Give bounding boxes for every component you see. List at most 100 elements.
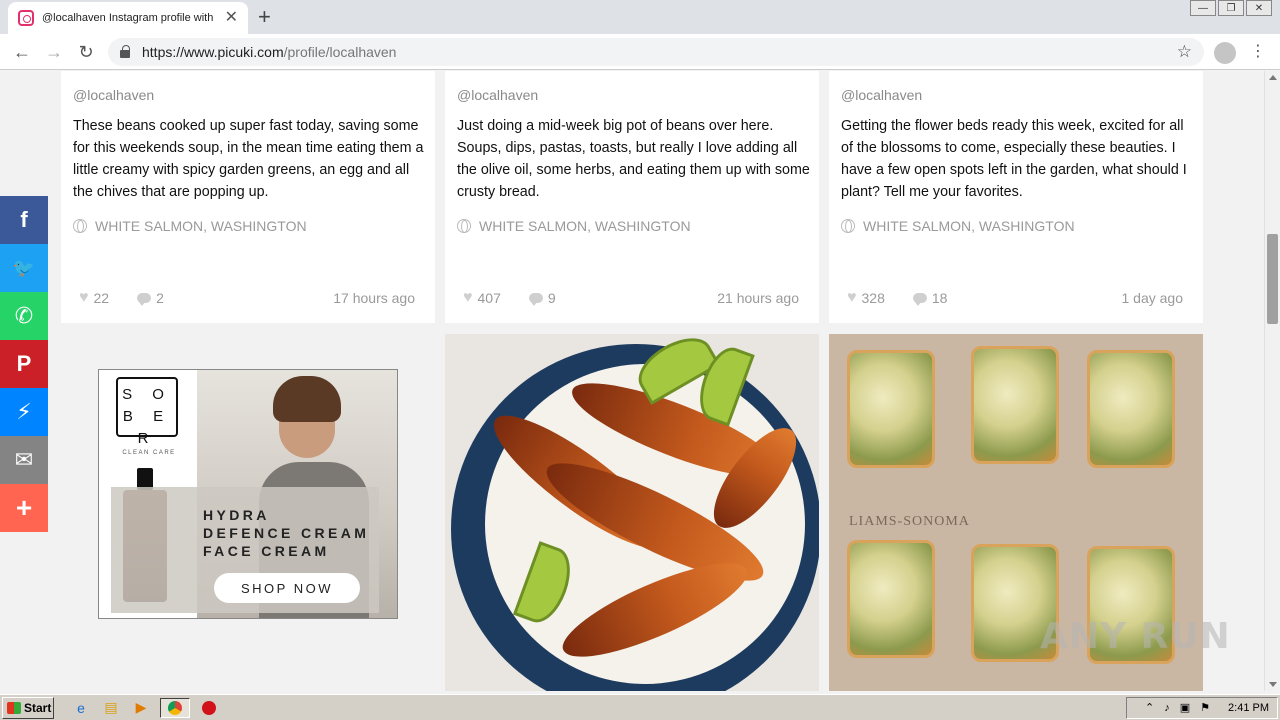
page-viewport: @localhaven These beans cooked up super … bbox=[0, 71, 1264, 691]
comments-count: 9 bbox=[547, 290, 556, 306]
heart-icon: ♥ bbox=[847, 289, 857, 306]
heart-icon: ♥ bbox=[463, 289, 473, 306]
browser-menu-icon[interactable]: ⋮ bbox=[1250, 42, 1266, 62]
location-label: WHITE SALMON, WASHINGTON bbox=[479, 218, 691, 234]
chrome-taskbar-icon[interactable] bbox=[160, 697, 190, 718]
minimize-button[interactable]: — bbox=[1190, 0, 1216, 16]
post-card[interactable]: @localhaven Just doing a mid-week big po… bbox=[445, 71, 819, 323]
anyrun-watermark: ANY RUN bbox=[1040, 616, 1231, 657]
sober-logo: S OB ER bbox=[116, 377, 178, 447]
clock[interactable]: 2:41 PM bbox=[1228, 702, 1269, 714]
facebook-share-button[interactable]: f bbox=[0, 196, 48, 244]
likes-count: 328 bbox=[861, 290, 885, 306]
window-controls: — ❐ ✕ bbox=[1188, 0, 1272, 16]
post-image-sweet-potatoes[interactable] bbox=[445, 334, 819, 691]
post-card[interactable]: @localhaven These beans cooked up super … bbox=[61, 71, 435, 323]
scrollbar-thumb[interactable] bbox=[1267, 234, 1278, 324]
tab-title: @localhaven Instagram profile with p bbox=[42, 12, 217, 24]
close-window-button[interactable]: ✕ bbox=[1246, 0, 1272, 16]
pinterest-share-button[interactable]: P bbox=[0, 340, 48, 388]
likes: ♥ 22 bbox=[79, 289, 109, 307]
post-time: 17 hours ago bbox=[333, 290, 415, 306]
instagram-favicon-icon bbox=[18, 10, 34, 26]
comments-count: 18 bbox=[931, 290, 948, 306]
network-icon[interactable]: ▣ bbox=[1180, 701, 1190, 714]
facebook-icon: f bbox=[20, 207, 28, 232]
start-label: Start bbox=[24, 700, 52, 715]
comment-icon bbox=[528, 293, 543, 306]
forward-button[interactable]: → bbox=[42, 40, 66, 64]
twitter-icon: 🐦 bbox=[12, 257, 36, 278]
url-input[interactable]: https://www.picuki.com/profile/localhave… bbox=[108, 38, 1204, 66]
likes-count: 22 bbox=[93, 290, 110, 306]
post-time: 21 hours ago bbox=[717, 290, 799, 306]
profile-avatar-icon[interactable] bbox=[1214, 42, 1236, 64]
ad-headline: HYDRA DEFENCE CREAM FACE CREAM bbox=[203, 506, 369, 560]
heart-icon: ♥ bbox=[79, 289, 89, 306]
comment-icon bbox=[912, 293, 927, 306]
new-tab-button[interactable]: + bbox=[258, 4, 271, 30]
volume-icon[interactable]: ♪ bbox=[1164, 702, 1170, 714]
back-button[interactable]: ← bbox=[10, 40, 34, 64]
browser-tab-bar: @localhaven Instagram profile with p ✕ +… bbox=[0, 0, 1280, 34]
tab-close-icon[interactable]: ✕ bbox=[225, 10, 238, 26]
email-share-button[interactable]: ✉ bbox=[0, 436, 48, 484]
windows-taskbar: Start e ▤ ▶ ⌃ ♪ ▣ ⚑ 2:41 PM bbox=[0, 694, 1280, 720]
reload-button[interactable]: ↻ bbox=[74, 40, 98, 64]
url-path: /profile/localhaven bbox=[283, 44, 397, 60]
scroll-up-icon[interactable] bbox=[1269, 75, 1277, 80]
post-caption: Getting the flower beds ready this week,… bbox=[841, 118, 1187, 200]
comments: 18 bbox=[912, 290, 948, 306]
globe-icon bbox=[73, 219, 87, 233]
browser-tab[interactable]: @localhaven Instagram profile with p ✕ bbox=[8, 2, 248, 34]
more-icon: + bbox=[15, 492, 33, 523]
post-username[interactable]: @localhaven bbox=[73, 87, 154, 103]
bookmark-star-icon[interactable]: ☆ bbox=[1177, 42, 1192, 62]
system-tray: ⌃ ♪ ▣ ⚑ 2:41 PM bbox=[1126, 696, 1278, 719]
ad-tagline: CLEAN CARE bbox=[122, 450, 176, 456]
file-explorer-icon[interactable]: ▤ bbox=[100, 698, 122, 718]
flag-icon[interactable]: ⚑ bbox=[1200, 701, 1210, 714]
maximize-button[interactable]: ❐ bbox=[1218, 0, 1244, 16]
advertisement-banner[interactable]: S OB ER CLEAN CARE HYDRA DEFENCE CREAM F… bbox=[98, 369, 398, 619]
location-label: WHITE SALMON, WASHINGTON bbox=[863, 218, 1075, 234]
bread-slice-shape bbox=[847, 350, 935, 468]
post-location[interactable]: WHITE SALMON, WASHINGTON bbox=[841, 218, 1075, 234]
globe-icon bbox=[841, 219, 855, 233]
email-icon: ✉ bbox=[14, 447, 34, 472]
post-card[interactable]: @localhaven Getting the flower beds read… bbox=[829, 71, 1203, 323]
post-stats: ♥ 328 18 1 day ago bbox=[847, 289, 1183, 307]
url-text: https://www.picuki.com/profile/localhave… bbox=[142, 44, 396, 60]
globe-icon bbox=[457, 219, 471, 233]
likes: ♥ 407 bbox=[463, 289, 501, 307]
likes: ♥ 328 bbox=[847, 289, 885, 307]
ad-headline-line-1: HYDRA bbox=[203, 507, 270, 523]
scroll-down-icon[interactable] bbox=[1269, 682, 1277, 687]
messenger-icon: ⚡ bbox=[16, 399, 32, 424]
messenger-share-button[interactable]: ⚡ bbox=[0, 388, 48, 436]
bread-slice-shape bbox=[847, 540, 935, 658]
twitter-share-button[interactable]: 🐦 bbox=[0, 244, 48, 292]
tray-expand-icon[interactable]: ⌃ bbox=[1145, 701, 1154, 714]
comments: 9 bbox=[528, 290, 556, 306]
whatsapp-share-button[interactable]: ✆ bbox=[0, 292, 48, 340]
page-scrollbar[interactable] bbox=[1264, 71, 1280, 691]
stop-app-icon[interactable] bbox=[198, 698, 220, 718]
address-bar-row: ← → ↻ https://www.picuki.com/profile/loc… bbox=[0, 34, 1280, 70]
likes-count: 407 bbox=[477, 290, 501, 306]
post-stats: ♥ 22 2 17 hours ago bbox=[79, 289, 415, 307]
lock-icon bbox=[120, 45, 130, 58]
media-player-icon[interactable]: ▶ bbox=[130, 698, 152, 718]
post-username[interactable]: @localhaven bbox=[841, 87, 922, 103]
start-button[interactable]: Start bbox=[2, 696, 54, 719]
post-location[interactable]: WHITE SALMON, WASHINGTON bbox=[457, 218, 691, 234]
whatsapp-icon: ✆ bbox=[14, 303, 34, 328]
post-location[interactable]: WHITE SALMON, WASHINGTON bbox=[73, 218, 307, 234]
more-share-button[interactable]: + bbox=[0, 484, 48, 532]
ad-headline-line-2: DEFENCE CREAM bbox=[203, 525, 370, 541]
post-username[interactable]: @localhaven bbox=[457, 87, 538, 103]
shop-now-button[interactable]: SHOP NOW bbox=[214, 573, 360, 603]
social-share-bar: f 🐦 ✆ P ⚡ ✉ + bbox=[0, 196, 48, 532]
windows-logo-icon bbox=[7, 701, 21, 714]
internet-explorer-icon[interactable]: e bbox=[70, 698, 92, 718]
